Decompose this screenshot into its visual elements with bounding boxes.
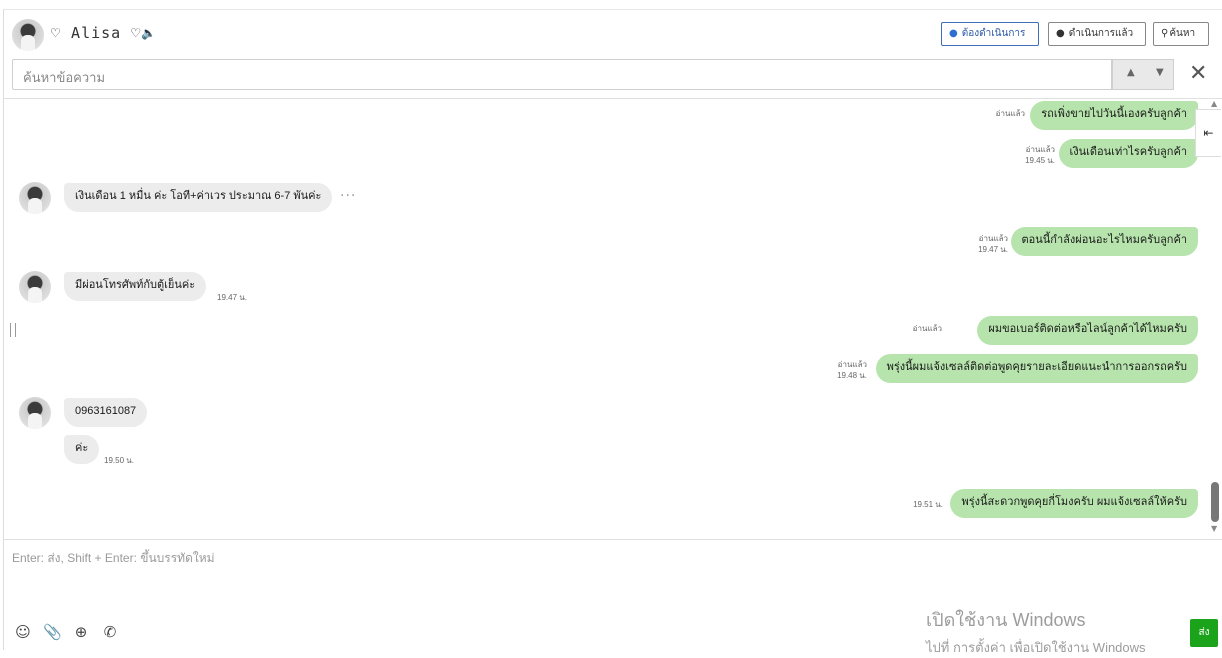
message-out[interactable]: ผมขอเบอร์ติดต่อหรือไลน์ลูกค้าได้ไหมครับ: [977, 316, 1198, 345]
add-circle-icon[interactable]: ⊕: [72, 623, 90, 641]
close-search-icon[interactable]: ✕: [1189, 60, 1207, 88]
contact-avatar: [19, 271, 51, 303]
message-meta: อ่านแล้ว 19.48 น.: [837, 359, 867, 381]
done-button[interactable]: ● ดำเนินการแล้ว: [1048, 22, 1146, 46]
watermark-subtitle: ไปที่ การตั้งค่า เพื่อเปิดใช้งาน Windows: [926, 640, 1146, 655]
chat-icon[interactable]: ✆: [101, 623, 119, 641]
message-time: 19.48 น.: [837, 371, 867, 380]
message-input[interactable]: Enter: ส่ง, Shift + Enter: ขึ้นบรรทัดใหม…: [12, 549, 215, 568]
send-button[interactable]: ส่ง: [1190, 619, 1218, 647]
read-status: อ่านแล้ว: [837, 360, 867, 369]
read-status: อ่านแล้ว: [912, 324, 942, 333]
message-time: 19.47 น.: [217, 293, 247, 302]
message-out[interactable]: รถเพิ่งขายไปวันนี้เองครับลูกค้า: [1030, 101, 1198, 130]
message-time: 19.45 น.: [1025, 156, 1055, 165]
divider: [4, 539, 1222, 540]
search-button[interactable]: ⚲ค้นหา: [1153, 22, 1209, 46]
collapse-panel-button[interactable]: ⇤: [1195, 109, 1221, 157]
read-status: อ่านแล้ว: [995, 109, 1025, 118]
read-status: อ่านแล้ว: [1025, 145, 1055, 154]
message-out[interactable]: ตอนนี้กำลังผ่อนอะไรไหมครับลูกค้า: [1010, 227, 1198, 256]
attachment-icon[interactable]: 📎: [43, 623, 62, 641]
contact-avatar[interactable]: [12, 19, 44, 51]
windows-watermark: เปิดใช้งาน Windows ไปที่ การตั้งค่า เพื่…: [926, 605, 1146, 658]
contact-avatar: [19, 397, 51, 429]
message-in[interactable]: ค่ะ: [64, 435, 100, 464]
message-time: 19.51 น.: [913, 500, 943, 509]
chat-window: ♡ Alisa ♡ 🔈 ● ต้องดำเนินการ ● ดำเนินการแล้…: [3, 9, 1222, 655]
message-meta: อ่านแล้ว 19.47 น.: [978, 233, 1008, 255]
message-in[interactable]: เงินเดือน 1 หมื่น ค่ะ โอที+ค่าเวร ประมาณ…: [64, 183, 333, 212]
search-icon: ⚲: [1161, 28, 1169, 39]
scroll-up-arrow[interactable]: ▲: [1211, 99, 1217, 108]
scroll-down-arrow[interactable]: ▼: [1211, 524, 1217, 533]
message-out[interactable]: เงินเดือนเท่าไรครับลูกค้า: [1058, 139, 1198, 168]
todo-button-label: ต้องดำเนินการ: [961, 28, 1026, 39]
emoji-icon[interactable]: ☺: [14, 623, 32, 641]
composer-toolbar: ☺ 📎 ⊕ ✆: [14, 622, 130, 641]
contact-avatar: [19, 182, 51, 214]
message-meta: อ่านแล้ว 19.45 น.: [1025, 144, 1055, 166]
read-status: อ่านแล้ว: [978, 234, 1008, 243]
contact-name: ♡ Alisa ♡: [51, 24, 142, 42]
chat-bubble-icon: ●: [1056, 28, 1065, 39]
message-out[interactable]: พรุ่งนี้สะดวกพูดคุยกี่โมงครับ ผมแจ้งเซลล…: [950, 489, 1198, 518]
search-prev-icon[interactable]: ▲: [1127, 67, 1135, 78]
speaker-icon[interactable]: 🔈: [141, 26, 156, 40]
search-nav: ▲ ▼: [1112, 59, 1174, 90]
message-search-input[interactable]: ค้นหาข้อความ: [12, 59, 1112, 90]
resize-handle[interactable]: [10, 323, 16, 337]
scrollbar-thumb[interactable]: [1211, 482, 1219, 522]
done-button-label: ดำเนินการแล้ว: [1068, 28, 1134, 39]
message-time: 19.50 น.: [104, 456, 134, 465]
search-button-label: ค้นหา: [1169, 28, 1196, 39]
chat-bubble-icon: ●: [949, 28, 958, 39]
message-list[interactable]: อ่านแล้ว รถเพิ่งขายไปวันนี้เองครับลูกค้า…: [4, 99, 1222, 539]
message-time: 19.47 น.: [978, 245, 1008, 254]
todo-button[interactable]: ● ต้องดำเนินการ: [941, 22, 1039, 46]
message-in[interactable]: 0963161087: [64, 398, 148, 427]
message-in[interactable]: มีผ่อนโทรศัพท์กับตู้เย็นค่ะ: [64, 272, 207, 301]
more-options-icon[interactable]: ···: [340, 188, 356, 204]
watermark-title: เปิดใช้งาน Windows: [926, 610, 1086, 630]
search-next-icon[interactable]: ▼: [1156, 67, 1164, 78]
message-out[interactable]: พรุ่งนี้ผมแจ้งเซลล์ติดต่อพูดคุยรายละเอีย…: [875, 354, 1198, 383]
chat-header: ♡ Alisa ♡ 🔈 ● ต้องดำเนินการ ● ดำเนินการแล้…: [4, 10, 1222, 90]
